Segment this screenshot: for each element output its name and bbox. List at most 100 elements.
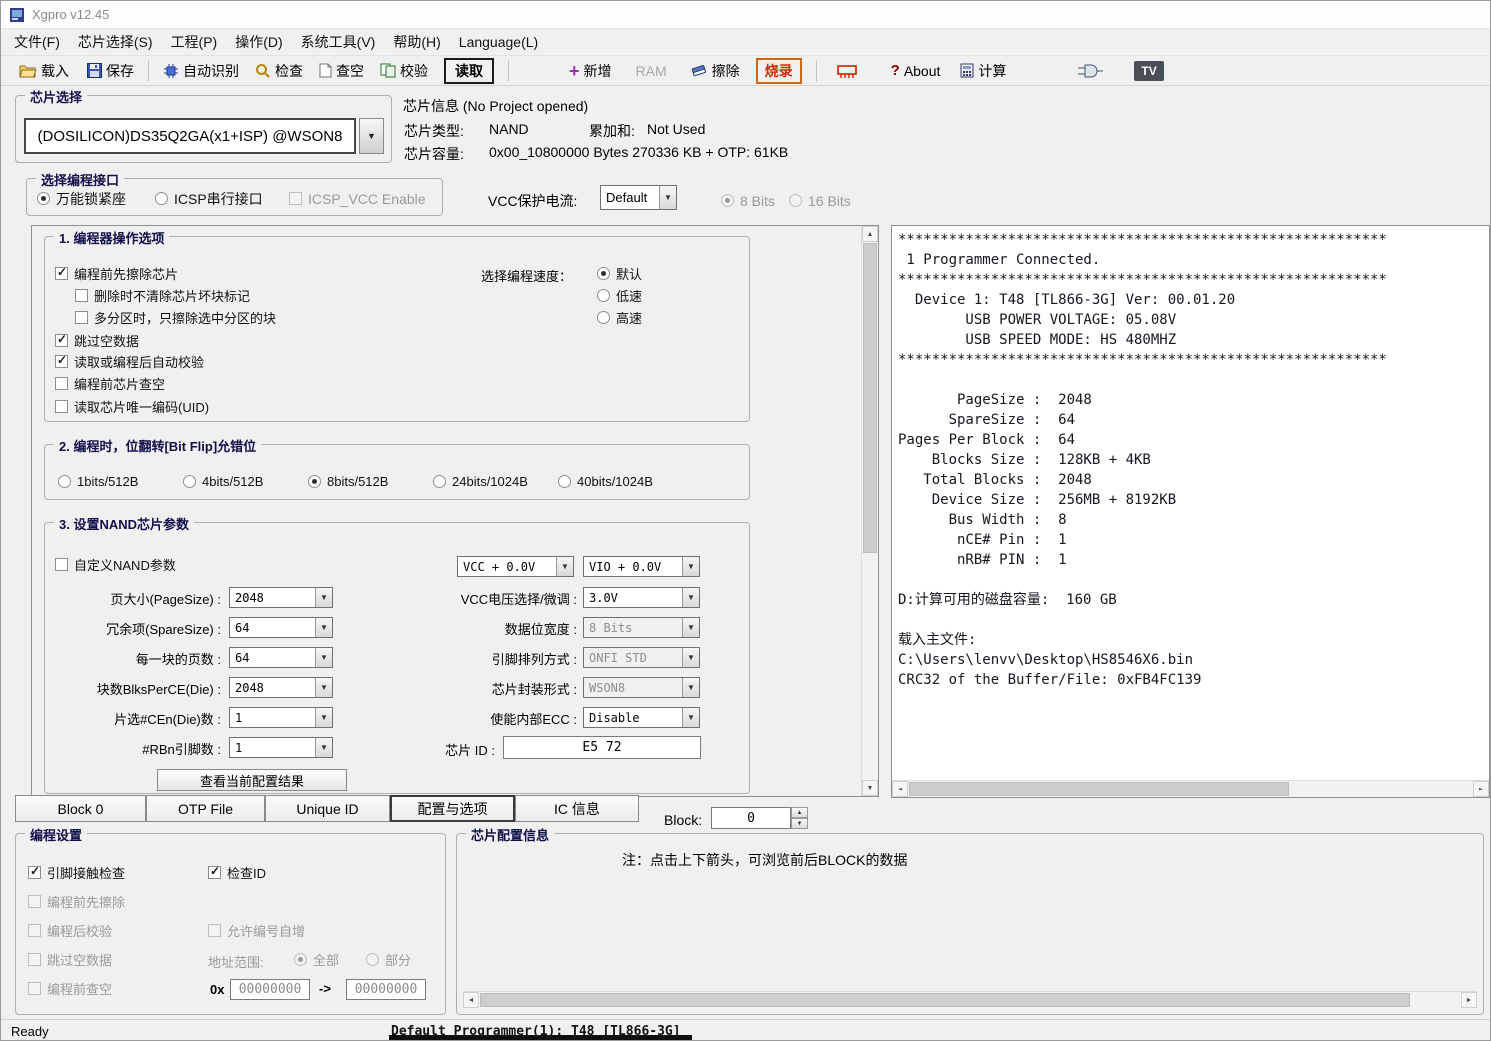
menu-item-system-tools[interactable]: 系统工具(V) [292,29,385,55]
vcc-protect-combo[interactable]: Default ▼ [600,185,677,210]
rbn-count-combo[interactable]: 1 ▼ [229,737,333,758]
toolbar-ram-button[interactable]: RAM [632,61,671,81]
addr-to-input[interactable]: 00000000 [346,979,426,1000]
chevron-down-icon[interactable]: ▼ [682,648,699,667]
scroll-left-button[interactable]: ◄ [892,781,908,797]
scroll-thumb[interactable] [909,782,1289,796]
checkbox-erase-chip-before-program[interactable]: 编程前先擦除芯片 [55,265,178,282]
toolbar-auto-identify-button[interactable]: 自动识别 [159,59,243,83]
addr-from-input[interactable]: 00000000 [230,979,310,1000]
checkbox-blank-check-before[interactable]: 编程前查空 [28,980,112,997]
checkbox-keep-badblock-marks[interactable]: 删除时不清除芯片坏块标记 [75,287,250,304]
spinner-up-button[interactable]: ▲ [791,807,808,818]
radio-bitflip-40bits[interactable]: 40bits/1024B [558,473,653,490]
chip-select-dropdown-button[interactable]: ▼ [359,118,384,154]
block-number-input[interactable]: 0 [711,807,791,829]
toolbar-erase-button[interactable]: 擦除 [687,59,744,83]
scroll-down-button[interactable]: ▼ [862,780,878,796]
chevron-down-icon[interactable]: ▼ [315,648,332,667]
vcc-voltage-combo[interactable]: 3.0V ▼ [583,587,700,608]
package-combo[interactable]: WSON8 ▼ [583,677,700,698]
log-console[interactable]: ****************************************… [891,225,1490,798]
scroll-left-button[interactable]: ◄ [463,992,479,1008]
console-horizontal-scrollbar[interactable]: ◄ ► [892,780,1489,797]
toolbar-check-id-button[interactable]: 检查 [251,59,307,83]
chevron-down-icon[interactable]: ▼ [682,708,699,727]
checkbox-skip-blank-data[interactable]: 跳过空数据 [55,332,139,349]
toolbar-calculator-button[interactable]: 计算 [956,59,1010,83]
chevron-down-icon[interactable]: ▼ [315,708,332,727]
chevron-down-icon[interactable]: ▼ [682,588,699,607]
radio-range-part[interactable]: 部分 [366,951,411,968]
toolbar-blank-check-button[interactable]: 查空 [315,59,368,83]
menu-item-help[interactable]: 帮助(H) [384,29,449,55]
checkbox-skip-blank[interactable]: 跳过空数据 [28,951,112,968]
chevron-down-icon[interactable]: ▼ [315,588,332,607]
pagesize-combo[interactable]: 2048 ▼ [229,587,333,608]
toolbar-save-button[interactable]: 保存 [83,59,138,83]
checkbox-auto-verify-after[interactable]: 读取或编程后自动校验 [55,353,204,370]
checkbox-auto-increment[interactable]: 允许编号自增 [208,922,305,939]
radio-8bits[interactable]: 8 Bits [721,192,775,209]
pin-layout-combo[interactable]: ONFI STD ▼ [583,647,700,668]
toolbar-ic-test-button[interactable] [831,61,863,81]
checkbox-read-uid[interactable]: 读取芯片唯一编码(UID) [55,398,209,415]
toolbar-read-button[interactable]: 读取 [444,58,494,84]
vio-offset-combo[interactable]: VIO + 0.0V ▼ [583,556,700,577]
chevron-down-icon[interactable]: ▼ [315,618,332,637]
toolbar-verify-button[interactable]: 校验 [376,59,432,83]
toolbar-burn-button[interactable]: 烧录 [756,58,802,84]
tab-otp-file[interactable]: OTP File [146,795,265,822]
chevron-down-icon[interactable]: ▼ [682,557,699,576]
menu-item-file[interactable]: 文件(F) [5,29,69,55]
scroll-thumb[interactable] [480,993,1410,1007]
radio-bitflip-4bits[interactable]: 4bits/512B [183,473,263,490]
menu-item-operation[interactable]: 操作(D) [226,29,291,55]
radio-bitflip-24bits[interactable]: 24bits/1024B [433,473,528,490]
chevron-down-icon[interactable]: ▼ [556,557,573,576]
checkbox-erase-before-program[interactable]: 编程前先擦除 [28,893,125,910]
checkbox-erase-selected-partition-only[interactable]: 多分区时，只擦除选中分区的块 [75,309,276,326]
radio-range-all[interactable]: 全部 [294,951,339,968]
menu-item-chip-select[interactable]: 芯片选择(S) [69,29,162,55]
menu-item-language[interactable]: Language(L) [450,29,547,55]
scroll-thumb[interactable] [863,243,877,553]
chevron-down-icon[interactable]: ▼ [682,618,699,637]
checkbox-blank-check-before-program[interactable]: 编程前芯片查空 [55,375,165,392]
chevron-down-icon[interactable]: ▼ [315,738,332,757]
ce-count-combo[interactable]: 1 ▼ [229,707,333,728]
toolbar-about-button[interactable]: ? About [887,60,945,81]
checkbox-icsp-vcc-enable[interactable]: ICSP_VCC Enable [289,190,426,207]
radio-universal-socket[interactable]: 万能锁紧座 [37,190,126,207]
internal-ecc-combo[interactable]: Disable ▼ [583,707,700,728]
radio-speed-low[interactable]: 低速 [597,287,642,304]
radio-bitflip-1bits[interactable]: 1bits/512B [58,473,138,490]
tab-ic-info[interactable]: IC 信息 [515,795,639,822]
view-config-button[interactable]: 查看当前配置结果 [157,769,347,791]
radio-icsp-serial[interactable]: ICSP串行接口 [155,190,263,207]
tab-block0[interactable]: Block 0 [15,795,146,822]
checkbox-check-id[interactable]: 检查ID [208,864,266,881]
toolbar-load-button[interactable]: 载入 [15,59,73,83]
chevron-down-icon[interactable]: ▼ [682,678,699,697]
radio-bitflip-8bits[interactable]: 8bits/512B [308,473,388,490]
options-vertical-scrollbar[interactable]: ▲ ▼ [861,226,878,796]
chip-select-combo[interactable]: (DOSILICON)DS35Q2GA(x1+ISP) @WSON8 [24,118,356,154]
spinner-down-button[interactable]: ▼ [791,818,808,829]
tab-config-options[interactable]: 配置与选项 [390,795,515,822]
block-data-horizontal-scrollbar[interactable]: ◄ ► [463,991,1477,1008]
chevron-down-icon[interactable]: ▼ [315,678,332,697]
chevron-down-icon[interactable]: ▼ [659,186,676,209]
tab-unique-id[interactable]: Unique ID [265,795,390,822]
checkbox-custom-nand-params[interactable]: 自定义NAND参数 [55,556,176,573]
toolbar-logic-test-button[interactable] [1072,61,1108,81]
scroll-right-button[interactable]: ► [1473,781,1489,797]
scroll-right-button[interactable]: ► [1461,992,1477,1008]
chip-id-field[interactable]: E5 72 [503,736,701,759]
toolbar-add-button[interactable]: + 新增 [565,59,616,83]
checkbox-verify-after-program[interactable]: 编程后校验 [28,922,112,939]
scroll-up-button[interactable]: ▲ [862,226,878,242]
menu-item-project[interactable]: 工程(P) [162,29,227,55]
radio-speed-default[interactable]: 默认 [597,265,642,282]
sparesize-combo[interactable]: 64 ▼ [229,617,333,638]
